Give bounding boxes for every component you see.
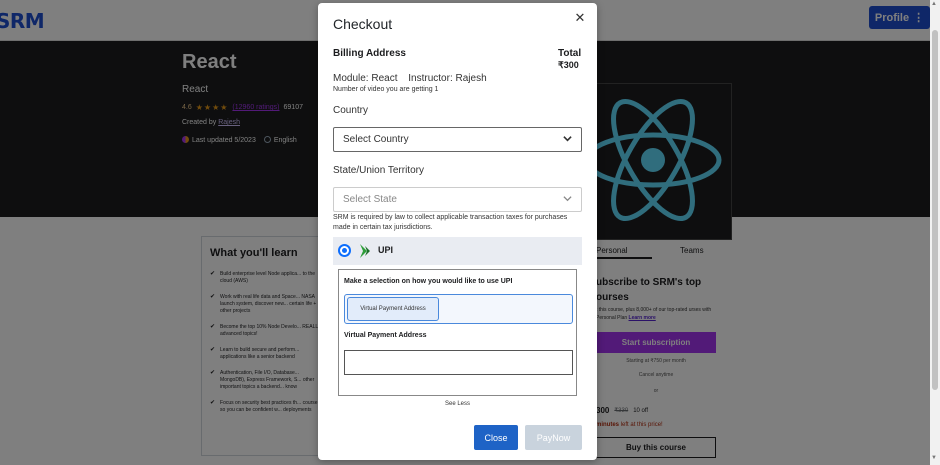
- see-less-link[interactable]: See Less: [318, 401, 597, 407]
- billing-address-heading: Billing Address: [333, 48, 406, 59]
- upi-radio[interactable]: [338, 244, 351, 257]
- upi-instruction: Make a selection on how you would like t…: [344, 278, 513, 285]
- country-select[interactable]: Select Country: [333, 127, 582, 152]
- country-label: Country: [333, 105, 369, 116]
- total-label: Total: [558, 48, 582, 59]
- videos-count: Number of video you are getting 1: [333, 86, 439, 93]
- vpa-option-group: Virtual Payment Address: [344, 294, 573, 324]
- vpa-label: Virtual Payment Address: [344, 332, 427, 339]
- upi-icon: [357, 243, 373, 259]
- close-button[interactable]: Close: [474, 425, 518, 450]
- upi-payment-option[interactable]: UPI: [333, 237, 582, 265]
- pay-now-button[interactable]: PayNow: [525, 425, 582, 450]
- chevron-down-icon: [563, 134, 572, 145]
- upi-label: UPI: [378, 245, 394, 255]
- state-select-placeholder: Select State: [343, 194, 397, 205]
- scroll-down-icon[interactable]: ▼: [931, 455, 937, 461]
- scroll-up-icon[interactable]: ▲: [931, 1, 937, 7]
- chevron-down-icon: [563, 194, 572, 205]
- close-icon[interactable]: ✕: [573, 10, 587, 26]
- tax-note: SRM is required by law to collect applic…: [333, 214, 568, 231]
- modal-title: Checkout: [333, 16, 393, 32]
- vpa-option-button[interactable]: Virtual Payment Address: [347, 297, 439, 321]
- module-name: Module: React: [333, 73, 398, 84]
- state-select[interactable]: Select State: [333, 187, 582, 212]
- module-instructor: Instructor: Rajesh: [408, 73, 487, 84]
- country-select-value: Select Country: [343, 134, 409, 145]
- upi-details-panel: Make a selection on how you would like t…: [338, 269, 577, 396]
- module-info: Module: React Instructor: Rajesh: [333, 73, 487, 84]
- state-label: State/Union Territory: [333, 165, 424, 176]
- total-amount: ₹300: [558, 60, 579, 70]
- checkout-modal: Checkout ✕ Billing Address Total ₹300 Mo…: [318, 3, 597, 460]
- scrollbar-thumb[interactable]: [932, 30, 938, 390]
- vpa-input[interactable]: [344, 350, 573, 375]
